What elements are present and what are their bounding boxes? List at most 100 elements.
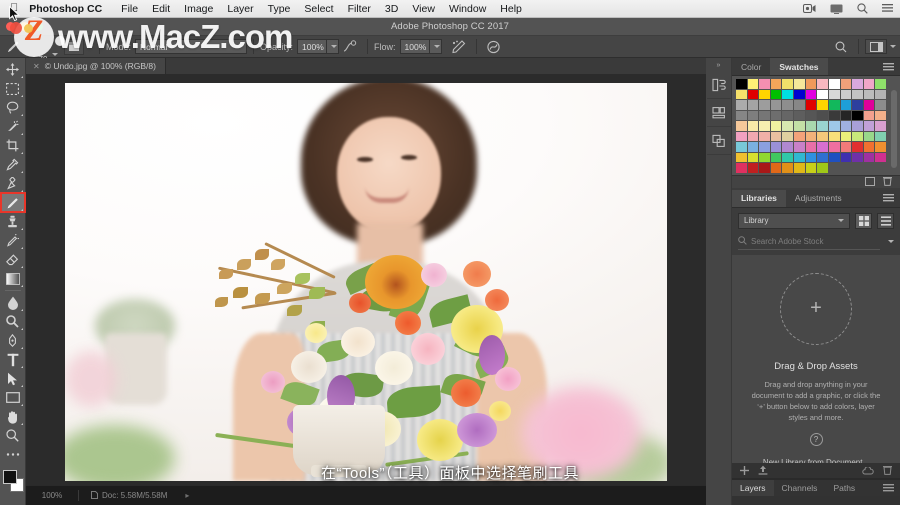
color-swatch[interactable] — [736, 152, 747, 162]
color-swatch[interactable] — [736, 131, 747, 141]
panel-menu-icon[interactable] — [883, 480, 900, 496]
menu-item-edit[interactable]: Edit — [145, 3, 177, 15]
color-swatch[interactable] — [828, 79, 840, 89]
lasso-tool[interactable] — [1, 98, 25, 117]
menu-item-image[interactable]: Image — [177, 3, 220, 15]
tab-channels[interactable]: Channels — [774, 480, 826, 496]
color-swatch[interactable] — [782, 121, 794, 131]
color-swatch[interactable] — [794, 152, 805, 162]
color-swatch[interactable] — [852, 79, 863, 89]
zoom-button[interactable] — [34, 22, 43, 31]
color-swatch[interactable] — [863, 100, 875, 110]
color-swatch[interactable] — [805, 100, 817, 110]
color-swatch[interactable] — [875, 89, 886, 99]
flow-input[interactable]: 100% — [399, 39, 430, 54]
color-swatch[interactable] — [782, 152, 794, 162]
color-swatch[interactable] — [747, 152, 759, 162]
tab-libraries[interactable]: Libraries — [732, 189, 786, 207]
color-swatch[interactable] — [747, 89, 759, 99]
color-swatch[interactable] — [782, 142, 794, 152]
properties-panel-icon[interactable] — [706, 99, 731, 127]
color-swatch[interactable] — [782, 163, 794, 173]
color-swatch[interactable] — [747, 110, 759, 120]
brush-preset-picker[interactable] — [64, 38, 84, 55]
apple-menu-icon[interactable]:  — [0, 3, 27, 14]
preset-chevron-icon[interactable] — [87, 45, 93, 48]
color-swatch[interactable] — [852, 121, 863, 131]
edit-toolbar-more[interactable] — [1, 445, 25, 464]
chevron-right-icon[interactable]: ▸ — [185, 491, 189, 500]
move-tool[interactable] — [1, 60, 25, 79]
color-swatch[interactable] — [759, 163, 770, 173]
double-chevron-right-icon[interactable]: » — [706, 60, 731, 71]
display-icon[interactable] — [823, 4, 850, 14]
color-swatch[interactable] — [770, 142, 782, 152]
color-swatch[interactable] — [840, 89, 852, 99]
color-swatch[interactable] — [828, 131, 840, 141]
zoom-tool[interactable] — [1, 426, 25, 445]
screen-record-icon[interactable] — [796, 4, 823, 13]
color-swatch[interactable] — [759, 131, 770, 141]
color-swatch[interactable] — [840, 121, 852, 131]
tab-color[interactable]: Color — [732, 58, 770, 75]
libraries-dropzone[interactable]: + Drag & Drop Assets Drag and drop anyth… — [732, 254, 900, 470]
cloud-icon[interactable] — [862, 462, 874, 480]
blend-mode-select[interactable]: Normal — [135, 39, 248, 54]
panel-menu-icon[interactable] — [883, 190, 900, 207]
color-swatch[interactable] — [736, 142, 747, 152]
color-swatch[interactable] — [770, 89, 782, 99]
eyedropper-tool[interactable] — [1, 155, 25, 174]
color-swatch[interactable] — [828, 110, 840, 120]
color-swatch[interactable] — [863, 131, 875, 141]
color-swatch[interactable] — [805, 79, 817, 89]
color-swatch[interactable] — [759, 152, 770, 162]
pressure-opacity-icon[interactable] — [339, 36, 361, 58]
color-swatch[interactable] — [782, 100, 794, 110]
color-swatch[interactable] — [747, 121, 759, 131]
color-swatch[interactable] — [840, 79, 852, 89]
close-icon[interactable]: ✕ — [33, 62, 40, 71]
flow-dropdown-icon[interactable] — [429, 39, 442, 54]
color-swatch[interactable] — [840, 110, 852, 120]
swatches-grid[interactable] — [736, 79, 886, 173]
menu-item-view[interactable]: View — [405, 3, 442, 15]
color-swatch[interactable] — [770, 152, 782, 162]
color-swatch[interactable] — [805, 152, 817, 162]
color-swatch[interactable] — [863, 121, 875, 131]
color-swatch[interactable] — [805, 110, 817, 120]
color-swatch[interactable] — [863, 142, 875, 152]
color-swatch[interactable] — [770, 100, 782, 110]
menu-item-type[interactable]: Type — [261, 3, 298, 15]
chevron-down-icon[interactable] — [888, 240, 894, 243]
color-swatch[interactable] — [852, 100, 863, 110]
color-swatch[interactable] — [817, 121, 828, 131]
stock-search-input[interactable]: Search Adobe Stock — [738, 233, 880, 250]
grid-view-icon[interactable] — [855, 212, 872, 229]
foreground-color-swatch[interactable] — [2, 470, 17, 484]
zoom-level-field[interactable]: 100% — [26, 491, 78, 500]
pen-tool[interactable] — [1, 331, 25, 350]
color-swatch[interactable] — [759, 89, 770, 99]
spot-healing-brush-tool[interactable] — [1, 174, 25, 193]
color-swatch[interactable] — [747, 79, 759, 89]
color-swatch[interactable] — [736, 121, 747, 131]
rectangle-tool[interactable] — [1, 388, 25, 407]
canvas-area[interactable] — [26, 75, 706, 485]
menu-item-3d[interactable]: 3D — [378, 3, 405, 15]
workspace-chevron-icon[interactable] — [890, 45, 896, 48]
color-swatch[interactable] — [852, 152, 863, 162]
trash-icon[interactable] — [883, 173, 892, 191]
trash-icon[interactable] — [883, 462, 892, 480]
color-swatch[interactable] — [747, 163, 759, 173]
color-swatch[interactable] — [875, 100, 886, 110]
color-swatch[interactable] — [794, 142, 805, 152]
color-swatch[interactable] — [875, 142, 886, 152]
add-asset-circle[interactable]: + — [780, 272, 852, 345]
color-swatch[interactable] — [875, 152, 886, 162]
document-image[interactable] — [65, 83, 667, 481]
color-swatch[interactable] — [828, 89, 840, 99]
color-swatch[interactable] — [817, 131, 828, 141]
color-swatch[interactable] — [852, 142, 863, 152]
color-swatch[interactable] — [840, 152, 852, 162]
color-swatch[interactable] — [840, 100, 852, 110]
